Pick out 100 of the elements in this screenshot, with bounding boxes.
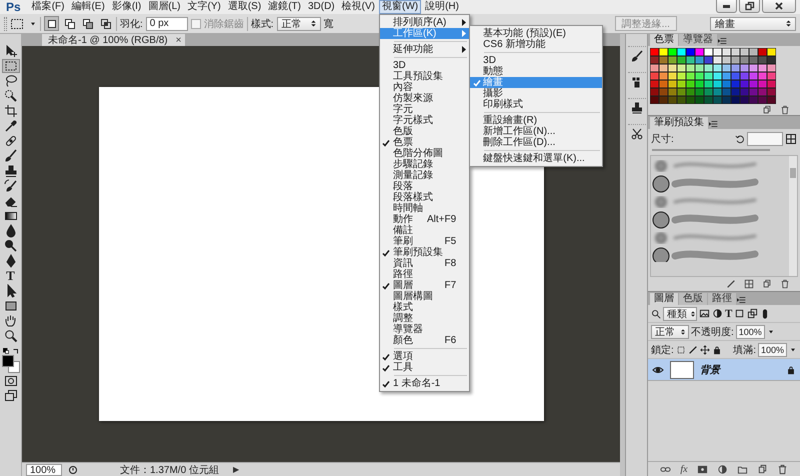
adjustment-icon[interactable]: [716, 464, 728, 474]
image-filter-icon[interactable]: [699, 308, 710, 319]
status-menu-button[interactable]: ▶: [232, 465, 239, 474]
marquee-icon[interactable]: [10, 16, 26, 30]
swap-colors-icon[interactable]: [12, 348, 18, 354]
scrollbar[interactable]: [789, 156, 797, 276]
menu-item[interactable]: 路徑: [380, 269, 470, 280]
reset-icon[interactable]: [735, 134, 745, 144]
menu-item[interactable]: 工具預設集: [380, 71, 470, 82]
menu-item[interactable]: 備註: [380, 225, 470, 236]
menu-item[interactable]: 工具: [380, 362, 470, 373]
menu-item[interactable]: 1 未命名-1: [380, 378, 470, 389]
blend-mode-select[interactable]: 正常: [651, 324, 689, 338]
menu-item[interactable]: 基本功能 (預設)(E): [470, 28, 602, 39]
restore-button[interactable]: [739, 0, 760, 13]
menu-item[interactable]: 印刷樣式: [470, 99, 602, 110]
menu-item[interactable]: 字元: [380, 104, 470, 115]
minimize-button[interactable]: [716, 0, 737, 13]
panel-tab[interactable]: 色版: [679, 293, 707, 305]
document-tab[interactable]: 未命名-1 @ 100% (RGB/8) ×: [42, 34, 186, 46]
menu-item[interactable]: 刪除工作區(D)...: [470, 137, 602, 148]
type-tool-button[interactable]: T: [2, 269, 20, 283]
marquee-tool-button[interactable]: [2, 59, 20, 73]
menu-item[interactable]: 視窗(W): [378, 0, 422, 14]
panel-tab[interactable]: 筆刷預設集: [650, 117, 708, 129]
selection-mode-button[interactable]: [80, 16, 95, 31]
panel-menu-icon[interactable]: [718, 36, 728, 46]
menu-item[interactable]: 編輯(E): [68, 0, 108, 14]
opacity-field[interactable]: 100%: [736, 324, 765, 338]
new-layer-icon[interactable]: [756, 464, 768, 474]
menu-item[interactable]: 3D: [380, 60, 470, 71]
layer-style-button[interactable]: fx: [680, 464, 688, 474]
menu-item[interactable]: 排列順序(A): [380, 17, 470, 28]
zoom-field[interactable]: 100%: [26, 464, 62, 476]
menu-item[interactable]: 圖層構圖: [380, 291, 470, 302]
menu-item[interactable]: 段落樣式: [380, 192, 470, 203]
brush-edit-icon[interactable]: [726, 279, 736, 289]
panel-menu-icon[interactable]: [737, 295, 747, 305]
menu-item[interactable]: 步驟記錄: [380, 159, 470, 170]
menu-item[interactable]: 圖層 F7: [380, 280, 470, 291]
feather-field[interactable]: 0 px: [146, 16, 188, 30]
menu-item[interactable]: 色階分佈圖: [380, 148, 470, 159]
trash-icon[interactable]: [780, 104, 790, 114]
swatch-grid-drawing[interactable]: [650, 48, 776, 104]
shape-filter-icon[interactable]: [734, 308, 746, 319]
brush-panel-toggle-icon[interactable]: [785, 133, 797, 145]
menu-item[interactable]: 色票: [380, 137, 470, 148]
new-preset-icon[interactable]: [762, 279, 772, 289]
type-filter-button[interactable]: T: [725, 308, 732, 320]
menu-item[interactable]: 色版: [380, 126, 470, 137]
panel-tab[interactable]: 色票: [650, 34, 678, 46]
menu-item[interactable]: 字元樣式: [380, 115, 470, 126]
panel-tab[interactable]: 導覽器: [679, 34, 717, 46]
menu-item[interactable]: 延伸功能: [380, 44, 470, 55]
caret-icon[interactable]: [766, 328, 775, 336]
menu-item[interactable]: 筆刷 F5: [380, 236, 470, 247]
close-tab-button[interactable]: ×: [176, 34, 182, 46]
menu-item[interactable]: 新增工作區(N)...: [470, 126, 602, 137]
menu-item[interactable]: 測量記錄: [380, 170, 470, 181]
close-button[interactable]: [762, 0, 796, 13]
menu-item[interactable]: 文字(Y): [184, 0, 224, 14]
trash-icon[interactable]: [780, 279, 790, 289]
lock-pixels-icon[interactable]: [676, 344, 686, 354]
layer-row[interactable]: 背景: [648, 359, 800, 381]
menu-item[interactable]: 動態: [470, 66, 602, 77]
default-colors-icon[interactable]: [2, 348, 8, 354]
grid-icon[interactable]: [744, 279, 754, 289]
menu-item[interactable]: 調整: [380, 313, 470, 324]
new-swatch-icon[interactable]: [762, 104, 772, 114]
menu-item[interactable]: 筆刷預設集: [380, 247, 470, 258]
menu-item[interactable]: 影像(I): [108, 0, 144, 14]
menu-item[interactable]: 內容: [380, 82, 470, 93]
menu-item[interactable]: 動作 Alt+F9: [380, 214, 470, 225]
fill-field[interactable]: 100%: [758, 342, 787, 356]
lock-paint-icon[interactable]: [688, 344, 698, 354]
workspace-select[interactable]: 繪畫: [710, 16, 796, 30]
panel-tab[interactable]: 圖層: [650, 293, 678, 305]
menu-item[interactable]: 顏色 F6: [380, 335, 470, 346]
lock-all-icon[interactable]: [712, 344, 722, 354]
color-swatches-icon[interactable]: [2, 355, 20, 373]
menu-item[interactable]: 重設繪畫(R): [470, 115, 602, 126]
status-info-icon[interactable]: [68, 464, 78, 474]
menu-item[interactable]: 資訊 F8: [380, 258, 470, 269]
adjustment-filter-icon[interactable]: [712, 308, 723, 319]
menu-item[interactable]: 選取(S): [224, 0, 264, 14]
panel-tab[interactable]: 路徑: [708, 293, 736, 305]
menu-item[interactable]: 鍵盤快速鍵和選單(K)...: [470, 153, 602, 164]
style-select[interactable]: 正常: [276, 16, 321, 30]
lock-position-icon[interactable]: [700, 344, 710, 354]
menu-item[interactable]: 攝影: [470, 88, 602, 99]
history-brush-tool-button[interactable]: [2, 179, 20, 193]
menu-item[interactable]: 3D: [470, 55, 602, 66]
panel-menu-icon[interactable]: [709, 119, 719, 129]
menu-item[interactable]: 檢視(V): [338, 0, 378, 14]
menu-item[interactable]: 說明(H): [422, 0, 462, 14]
filter-select[interactable]: 種類: [663, 306, 697, 320]
menu-item[interactable]: 樣式: [380, 302, 470, 313]
menu-item[interactable]: 濾鏡(T): [265, 0, 304, 14]
selection-mode-button[interactable]: [98, 16, 113, 31]
smart-filter-icon[interactable]: [747, 308, 758, 319]
